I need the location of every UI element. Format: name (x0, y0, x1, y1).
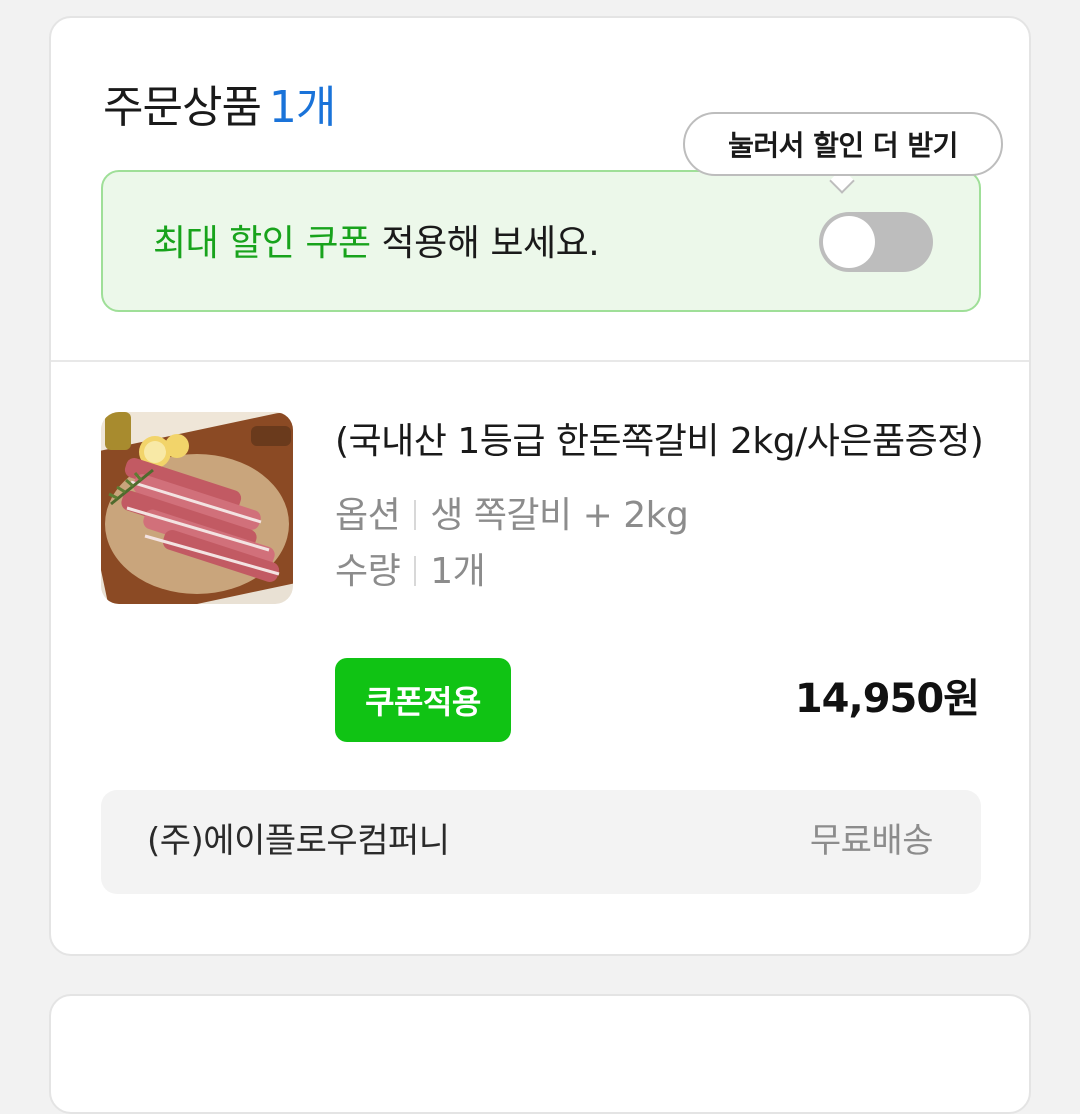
apply-coupon-button[interactable]: 쿠폰적용 (335, 658, 511, 742)
meta-separator (414, 500, 417, 530)
coupon-banner: 최대 할인 쿠폰 적용해 보세요. (101, 170, 981, 312)
coupon-toggle[interactable] (819, 212, 933, 272)
coupon-highlight: 최대 할인 쿠폰 (153, 223, 371, 264)
tooltip: 눌러서 할인 더 받기 (683, 112, 1003, 176)
pork-ribs-image (101, 412, 293, 604)
option-value: 생 쪽갈비 + 2kg (430, 495, 689, 536)
shipping-status: 무료배송 (809, 821, 934, 861)
section-title: 주문상품 1개 (103, 82, 336, 134)
order-items-card: 주문상품 1개 최대 할인 쿠폰 적용해 보세요. 눌러서 할인 더 받기 (국… (49, 16, 1031, 956)
product-name[interactable]: (국내산 1등급 한돈쪽갈비 2kg/사은품증정) (335, 418, 985, 466)
quantity-label: 수량 (335, 551, 401, 592)
option-label: 옵션 (335, 495, 401, 536)
product-quantity: 수량 1개 (335, 548, 486, 596)
coupon-rest: 적용해 보세요. (370, 223, 600, 264)
next-section-card (49, 994, 1031, 1114)
product-price: 14,950원 (794, 676, 980, 722)
seller-info: (주)에이플로우컴퍼니 무료배송 (101, 790, 981, 894)
seller-name: (주)에이플로우컴퍼니 (147, 821, 450, 861)
toggle-knob (823, 216, 875, 268)
product-thumbnail[interactable] (101, 412, 293, 604)
divider (51, 360, 1029, 362)
meta-separator (414, 556, 417, 586)
section-title-label: 주문상품 (103, 82, 262, 133)
coupon-banner-text: 최대 할인 쿠폰 적용해 보세요. (153, 222, 600, 266)
item-count: 1개 (268, 82, 336, 133)
product-option: 옵션 생 쪽갈비 + 2kg (335, 492, 689, 540)
quantity-value: 1개 (430, 551, 486, 592)
